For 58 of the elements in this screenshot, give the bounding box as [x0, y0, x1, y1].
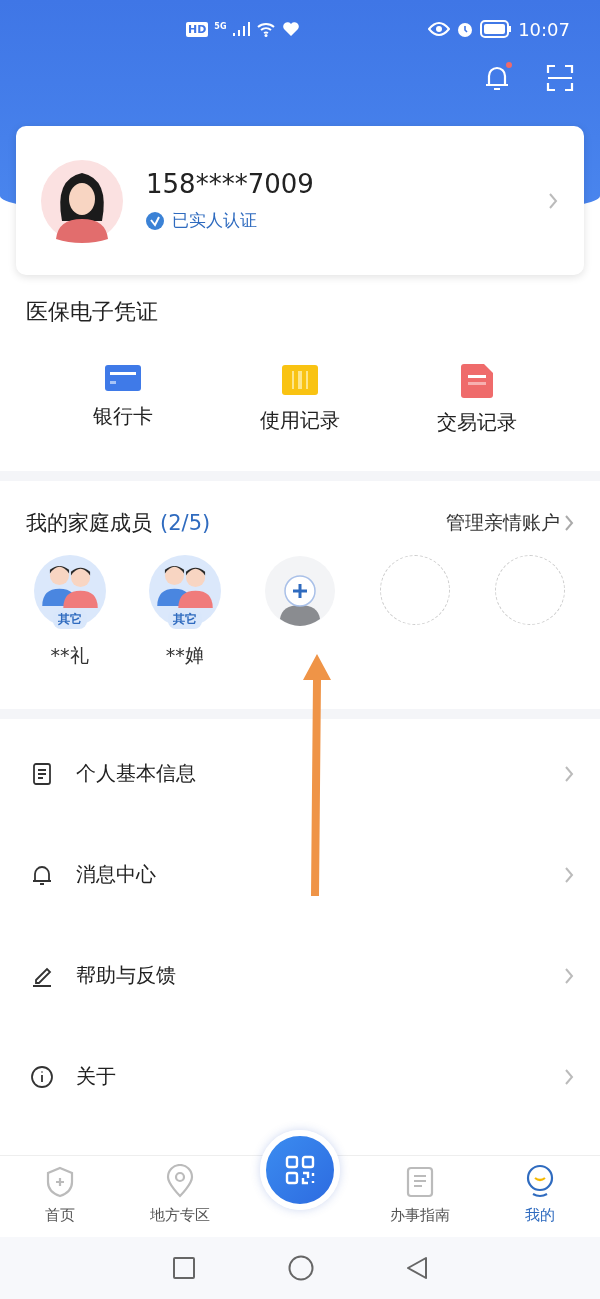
couple-drawing [41, 564, 98, 608]
chevron-right-icon [564, 865, 574, 884]
notification-button[interactable] [484, 64, 510, 92]
verification-status: 已实人认证 [172, 209, 257, 232]
scan-icon[interactable] [546, 64, 574, 92]
network-type: 5G [214, 22, 227, 31]
info-icon [30, 1064, 54, 1089]
eye-icon [428, 21, 451, 37]
battery-icon [480, 20, 513, 38]
couple-drawing [156, 564, 213, 608]
relation-tag: 其它 [167, 610, 202, 629]
phone-number: 158****7009 [146, 169, 315, 199]
tab[interactable]: 我的 [480, 1156, 600, 1237]
tab[interactable]: 地方专区 [120, 1156, 240, 1237]
home-icon[interactable] [288, 1255, 314, 1281]
shield-icon [45, 1166, 75, 1198]
shortcut-button[interactable]: 银行卡 [34, 363, 212, 436]
member-name: **婵 [165, 643, 204, 668]
wifi-icon [256, 21, 277, 37]
qr-code-icon [285, 1155, 315, 1185]
tab[interactable]: 办事指南 [360, 1156, 480, 1237]
recent-apps-icon[interactable] [172, 1256, 196, 1280]
barcode-card-icon [280, 363, 320, 397]
section-title: 我的家庭成员 [26, 511, 152, 535]
relation-tag: 其它 [52, 610, 87, 629]
section-title: 医保电子凭证 [26, 299, 158, 324]
chevron-right-icon [564, 966, 574, 985]
chevron-right-icon [548, 191, 558, 210]
clock-time: 10:07 [518, 18, 570, 40]
member-avatar[interactable]: 其它 [148, 555, 221, 627]
smiley-user-icon [525, 1164, 555, 1198]
manage-link[interactable]: 管理亲情账户 [446, 510, 574, 536]
tab[interactable]: 首页 [0, 1156, 120, 1237]
menu-item[interactable]: 消息中心 [0, 824, 600, 925]
chevron-right-icon [564, 1067, 574, 1086]
hd-badge: HD [186, 21, 209, 37]
document-icon [406, 1166, 434, 1198]
chevron-right-icon [564, 764, 574, 783]
card-icon [102, 363, 143, 393]
profile-card[interactable]: 158****7009 已实人认证 [16, 126, 584, 275]
alarm-icon [456, 20, 475, 38]
heart-icon [282, 21, 301, 37]
document-icon [459, 363, 496, 399]
member-name: **礼 [50, 643, 89, 668]
chevron-right-icon [564, 514, 574, 532]
menu-item[interactable]: 帮助与反馈 [0, 925, 600, 1026]
menu-item[interactable]: 个人基本信息 [0, 723, 600, 824]
menu-item[interactable]: 关于 [0, 1026, 600, 1127]
member-count: (2/5) [160, 511, 211, 535]
back-icon[interactable] [406, 1256, 428, 1280]
member-avatar[interactable]: 其它 [33, 555, 106, 627]
shortcut-button[interactable]: 交易记录 [388, 363, 566, 436]
shortcut-button[interactable]: 使用记录 [211, 363, 389, 436]
signal-icon [232, 21, 251, 37]
document-icon [30, 761, 54, 786]
add-member-button[interactable] [264, 555, 336, 627]
location-pin-icon [165, 1164, 195, 1198]
bell-icon [484, 64, 510, 92]
